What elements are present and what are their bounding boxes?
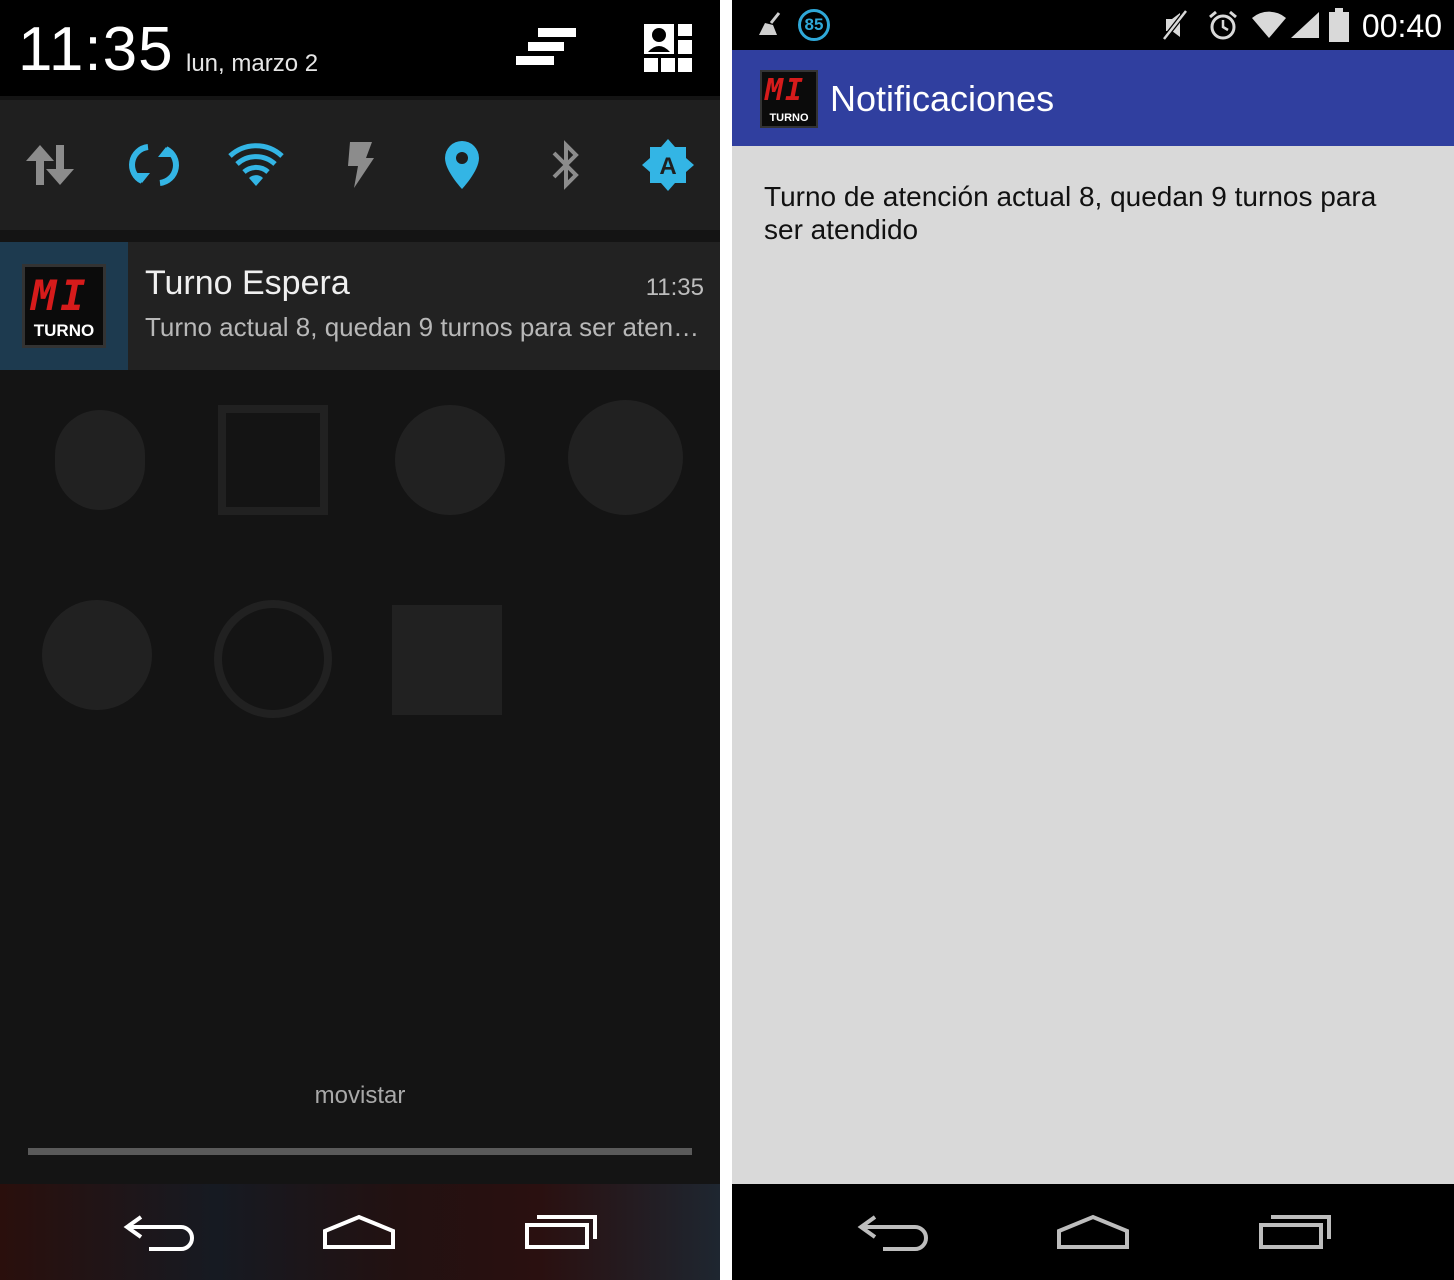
recents-icon[interactable] (1252, 1202, 1338, 1260)
background-app-icon (392, 605, 502, 715)
settings-toggle-icon[interactable] (514, 22, 578, 78)
mi-turno-logo: MI TURNO (22, 264, 106, 348)
sync-icon[interactable] (124, 134, 184, 196)
wifi-icon (1250, 8, 1288, 42)
app-screen: 85 00:40 MI TURNO Notificaciones Turno d… (732, 0, 1454, 1280)
screenshot-divider (720, 0, 732, 1280)
flashlight-icon[interactable] (330, 134, 390, 196)
background-app-icon (568, 400, 683, 515)
background-app-icon (395, 405, 505, 515)
notification-time: 11:35 (645, 274, 704, 301)
background-app-icon (55, 410, 145, 510)
notification-app-icon: MI TURNO (0, 242, 128, 370)
shade-drag-handle[interactable] (28, 1148, 692, 1155)
shade-header: 11:35 lun, marzo 2 (0, 0, 720, 96)
page-title: Notificaciones (830, 78, 1055, 119)
mobile-data-icon[interactable] (20, 134, 80, 196)
back-icon[interactable] (850, 1202, 936, 1260)
battery-icon (1326, 8, 1352, 42)
brightness-auto-icon[interactable]: A (638, 134, 698, 196)
clock: 11:35 (18, 15, 174, 84)
location-icon[interactable] (432, 134, 492, 196)
wifi-icon[interactable] (226, 134, 286, 196)
notification-shade: 11:35 lun, marzo 2 A MI TURNO Turno Espe… (0, 0, 720, 1280)
signal-icon (1288, 8, 1322, 42)
svg-text:A: A (659, 153, 676, 180)
bluetooth-icon[interactable] (536, 134, 596, 196)
alarm-icon (1206, 8, 1240, 42)
notification-text: Turno actual 8, quedan 9 turnos para ser… (145, 312, 705, 342)
status-bar: 85 00:40 (732, 0, 1454, 50)
background-app-icon (214, 600, 332, 718)
date: lun, marzo 2 (186, 50, 319, 77)
notification-title: Turno Espera (145, 264, 350, 302)
mute-icon (1158, 8, 1192, 42)
mi-turno-logo[interactable]: MI TURNO (760, 70, 818, 128)
action-bar: MI TURNO Notificaciones (732, 50, 1454, 146)
navigation-bar (732, 1184, 1454, 1280)
quick-settings-row: A (0, 100, 720, 230)
cleaner-icon (754, 8, 784, 42)
notification-card[interactable]: MI TURNO Turno Espera 11:35 Turno actual… (0, 242, 720, 370)
status-time: 00:40 (1361, 8, 1442, 44)
carrier-label: movistar (314, 1082, 406, 1109)
navigation-bar (0, 1184, 720, 1280)
back-icon[interactable] (116, 1202, 202, 1260)
notification-count-badge: 85 (798, 9, 830, 41)
background-app-icon (42, 600, 152, 710)
user-grid-icon[interactable] (640, 22, 704, 78)
recents-icon[interactable] (518, 1202, 604, 1260)
home-icon[interactable] (1050, 1202, 1136, 1260)
background-app-icon (218, 405, 328, 515)
home-icon[interactable] (316, 1202, 402, 1260)
notification-message: Turno de atención actual 8, quedan 9 tur… (764, 181, 1377, 245)
